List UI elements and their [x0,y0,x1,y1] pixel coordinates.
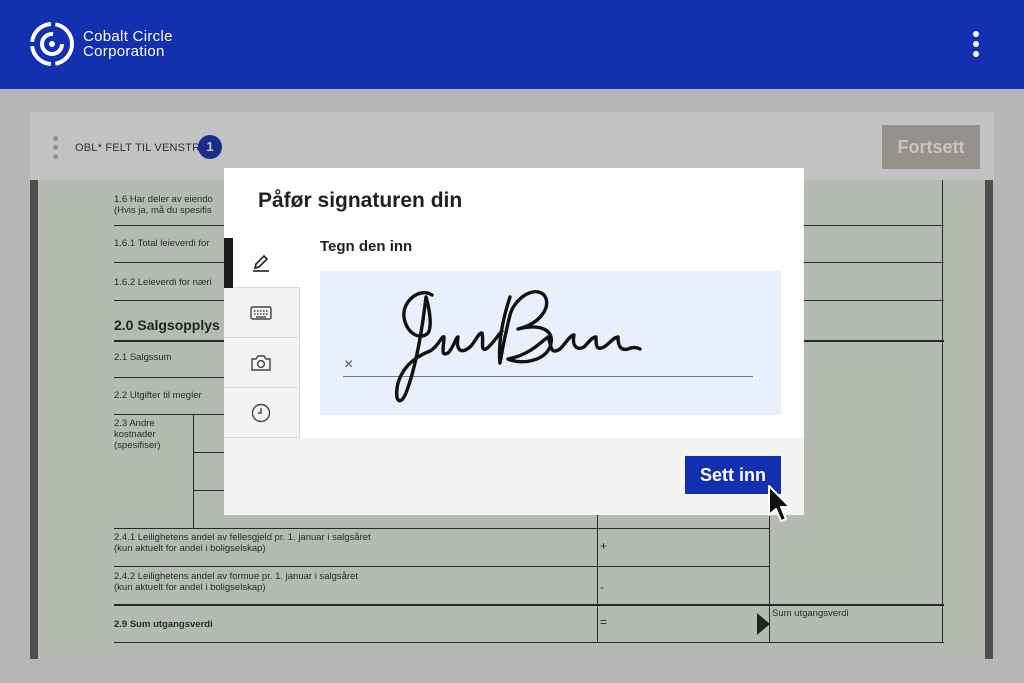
drawn-signature [395,289,642,403]
tab-type[interactable] [224,288,300,338]
signature-method-tabs [224,238,300,438]
tab-recent[interactable] [224,388,300,438]
dialog-title: Påfør signaturen din [258,189,463,212]
brand-line-2: Corporation [83,43,165,60]
cobalt-circle-logo-icon [30,22,74,66]
tab-upload-photo[interactable] [224,338,300,388]
tab-draw[interactable] [224,238,299,288]
more-options-menu-icon[interactable] [968,31,984,59]
brand-line-1: Cobalt Circle [83,28,173,45]
pen-icon [253,254,269,272]
mouse-pointer-icon [768,485,791,522]
brand-name: Cobalt Circle Corporation [83,29,173,59]
draw-section-label: Tegn den inn [320,238,413,255]
keyboard-icon [250,306,272,320]
top-bar: Cobalt Circle Corporation [0,0,1024,89]
active-tab-indicator [224,238,233,288]
clock-icon [251,403,271,423]
camera-icon [251,355,271,371]
